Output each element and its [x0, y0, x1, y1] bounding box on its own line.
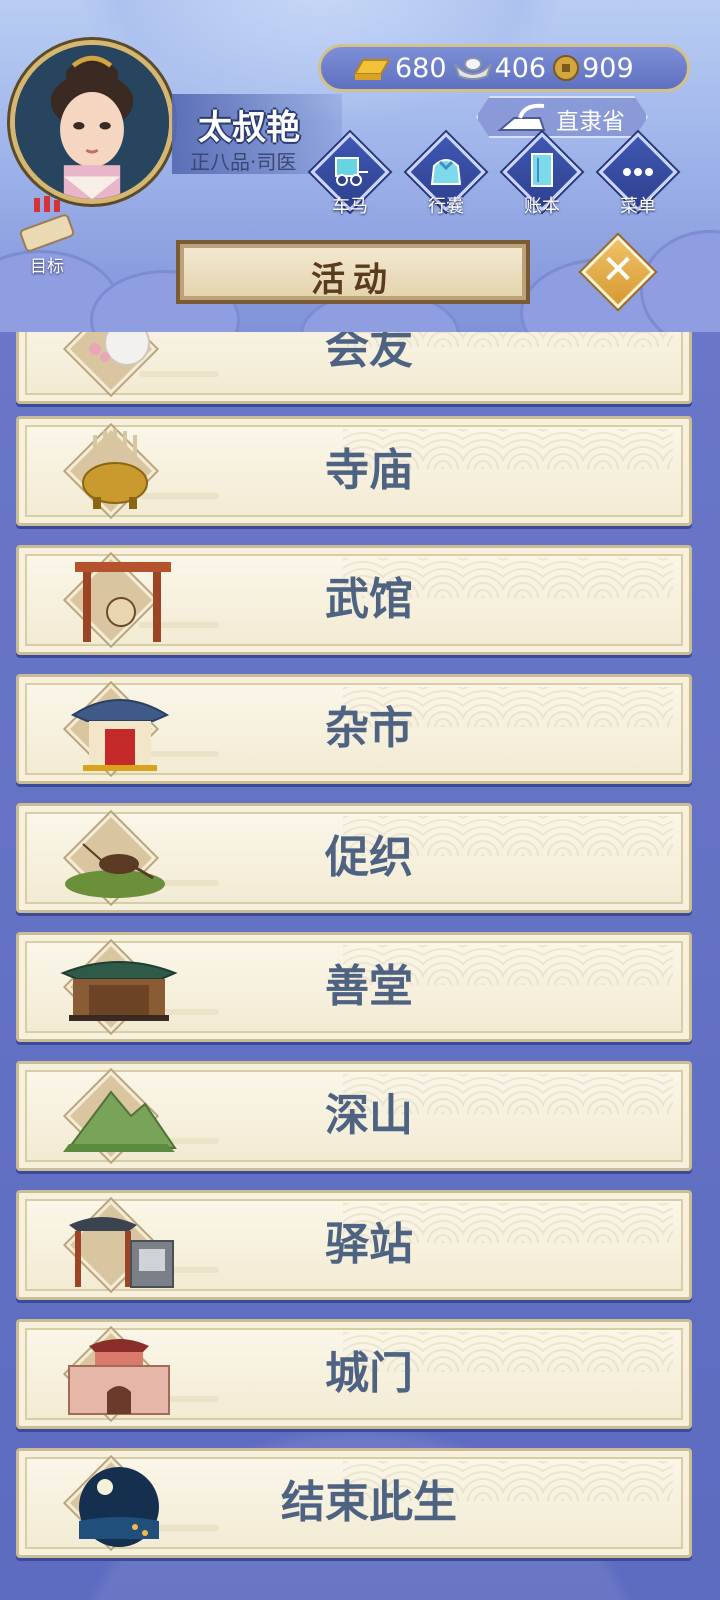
player-avatar[interactable]	[10, 40, 174, 204]
activity-label: 会友	[325, 332, 413, 374]
silver-currency[interactable]: 406	[453, 52, 547, 84]
player-rank: 正八品·司医	[190, 150, 297, 174]
activity-label: 杂市	[325, 703, 413, 754]
activity-label: 寺庙	[325, 445, 413, 496]
currency-bar: 680 406 909	[318, 44, 690, 92]
bag-label: 行囊	[428, 196, 464, 217]
scroll-icon	[19, 196, 75, 252]
carriage-icon	[335, 157, 368, 186]
menu-label: 菜单	[620, 196, 656, 217]
avatar-portrait	[15, 45, 169, 199]
ledger-label: 账本	[524, 196, 560, 217]
activity-item-temple[interactable]: 寺庙	[16, 416, 692, 526]
region-label: 直隶省	[556, 109, 625, 135]
activity-item-meet-friends[interactable]: 会友	[16, 332, 692, 404]
activity-label: 驿站	[325, 1219, 413, 1270]
activity-list[interactable]: 会友 寺庙 武馆 杂市 促织 善堂 深山 驿站 城门 结束此生	[0, 332, 720, 1600]
activity-item-charity-hall[interactable]: 善堂	[16, 932, 692, 1042]
activity-item-deep-mountain[interactable]: 深山	[16, 1061, 692, 1171]
iron-icon	[497, 103, 546, 131]
carriage-button[interactable]: 车马	[306, 132, 394, 220]
copper-currency[interactable]: 909	[552, 53, 634, 84]
activity-item-cricket[interactable]: 促织	[16, 803, 692, 913]
menu-dots-icon	[623, 168, 653, 176]
ledger-icon	[531, 153, 553, 187]
activity-item-end-life[interactable]: 结束此生	[16, 1448, 692, 1558]
gold-currency[interactable]: 680	[351, 53, 447, 84]
goal-label: 目标	[30, 257, 64, 277]
activity-label: 城门	[325, 1348, 413, 1399]
silver-ingot-icon	[453, 57, 492, 80]
close-icon[interactable]: ✕	[596, 244, 640, 296]
activity-label: 深山	[325, 1090, 413, 1141]
activity-item-market[interactable]: 杂市	[16, 674, 692, 784]
page-title: 活动	[311, 260, 395, 300]
carriage-label: 车马	[332, 196, 368, 217]
ledger-button[interactable]: 账本	[498, 132, 586, 220]
cloud-decoration	[640, 230, 720, 340]
player-name: 太叔艳	[198, 108, 300, 148]
bag-icon	[430, 159, 462, 185]
activity-item-post-station[interactable]: 驿站	[16, 1190, 692, 1300]
copper-coin-icon	[553, 55, 580, 81]
activity-label: 促织	[325, 832, 413, 883]
activity-item-city-gate[interactable]: 城门	[16, 1319, 692, 1429]
activity-label: 善堂	[325, 961, 413, 1012]
page-title-banner: 活动	[176, 240, 530, 304]
bag-button[interactable]: 行囊	[402, 132, 490, 220]
gold-ingot-icon	[353, 59, 391, 80]
copper-amount: 909	[582, 52, 634, 84]
silver-amount: 406	[494, 52, 547, 84]
activity-label: 武馆	[325, 574, 413, 625]
gold-amount: 680	[395, 52, 447, 84]
activity-item-martial-hall[interactable]: 武馆	[16, 545, 692, 655]
menu-button[interactable]: 菜单	[594, 132, 682, 220]
goal-button[interactable]: 目标	[12, 196, 82, 277]
activity-label: 结束此生	[281, 1477, 457, 1528]
